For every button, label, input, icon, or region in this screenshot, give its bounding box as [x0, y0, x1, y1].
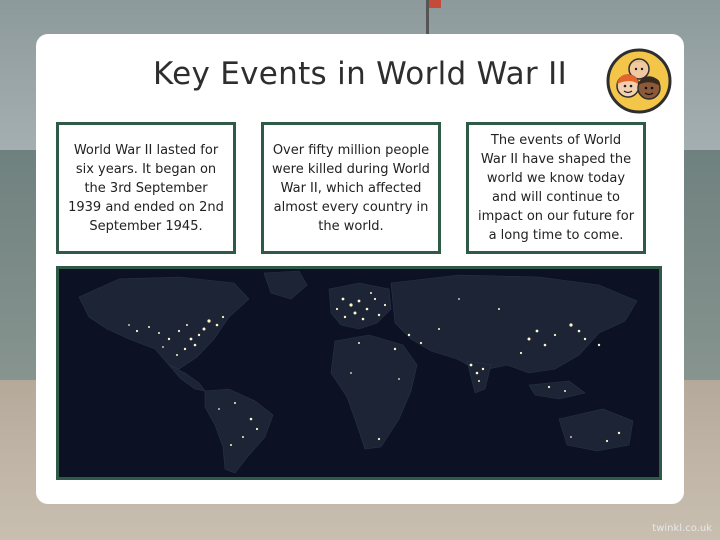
info-box-duration: World War II lasted for six years. It be…	[56, 122, 236, 254]
children-faces-icon	[606, 48, 672, 114]
info-box-duration-text: World War II lasted for six years. It be…	[68, 142, 224, 234]
slide-card: Key Events in World War II World War II …	[36, 34, 684, 504]
footer-credit: twinkl.co.uk	[652, 523, 712, 534]
info-box-casualties-text: Over fifty million people were killed du…	[272, 142, 430, 234]
world-map-icon	[59, 269, 659, 477]
page-title: Key Events in World War II	[152, 56, 568, 92]
info-box-impact-text: The events of World War II have shaped t…	[477, 133, 635, 243]
flag-icon	[429, 0, 441, 8]
world-night-lights-image	[56, 266, 662, 480]
info-box-impact: The events of World War II have shaped t…	[466, 122, 646, 254]
info-box-casualties: Over fifty million people were killed du…	[261, 122, 441, 254]
